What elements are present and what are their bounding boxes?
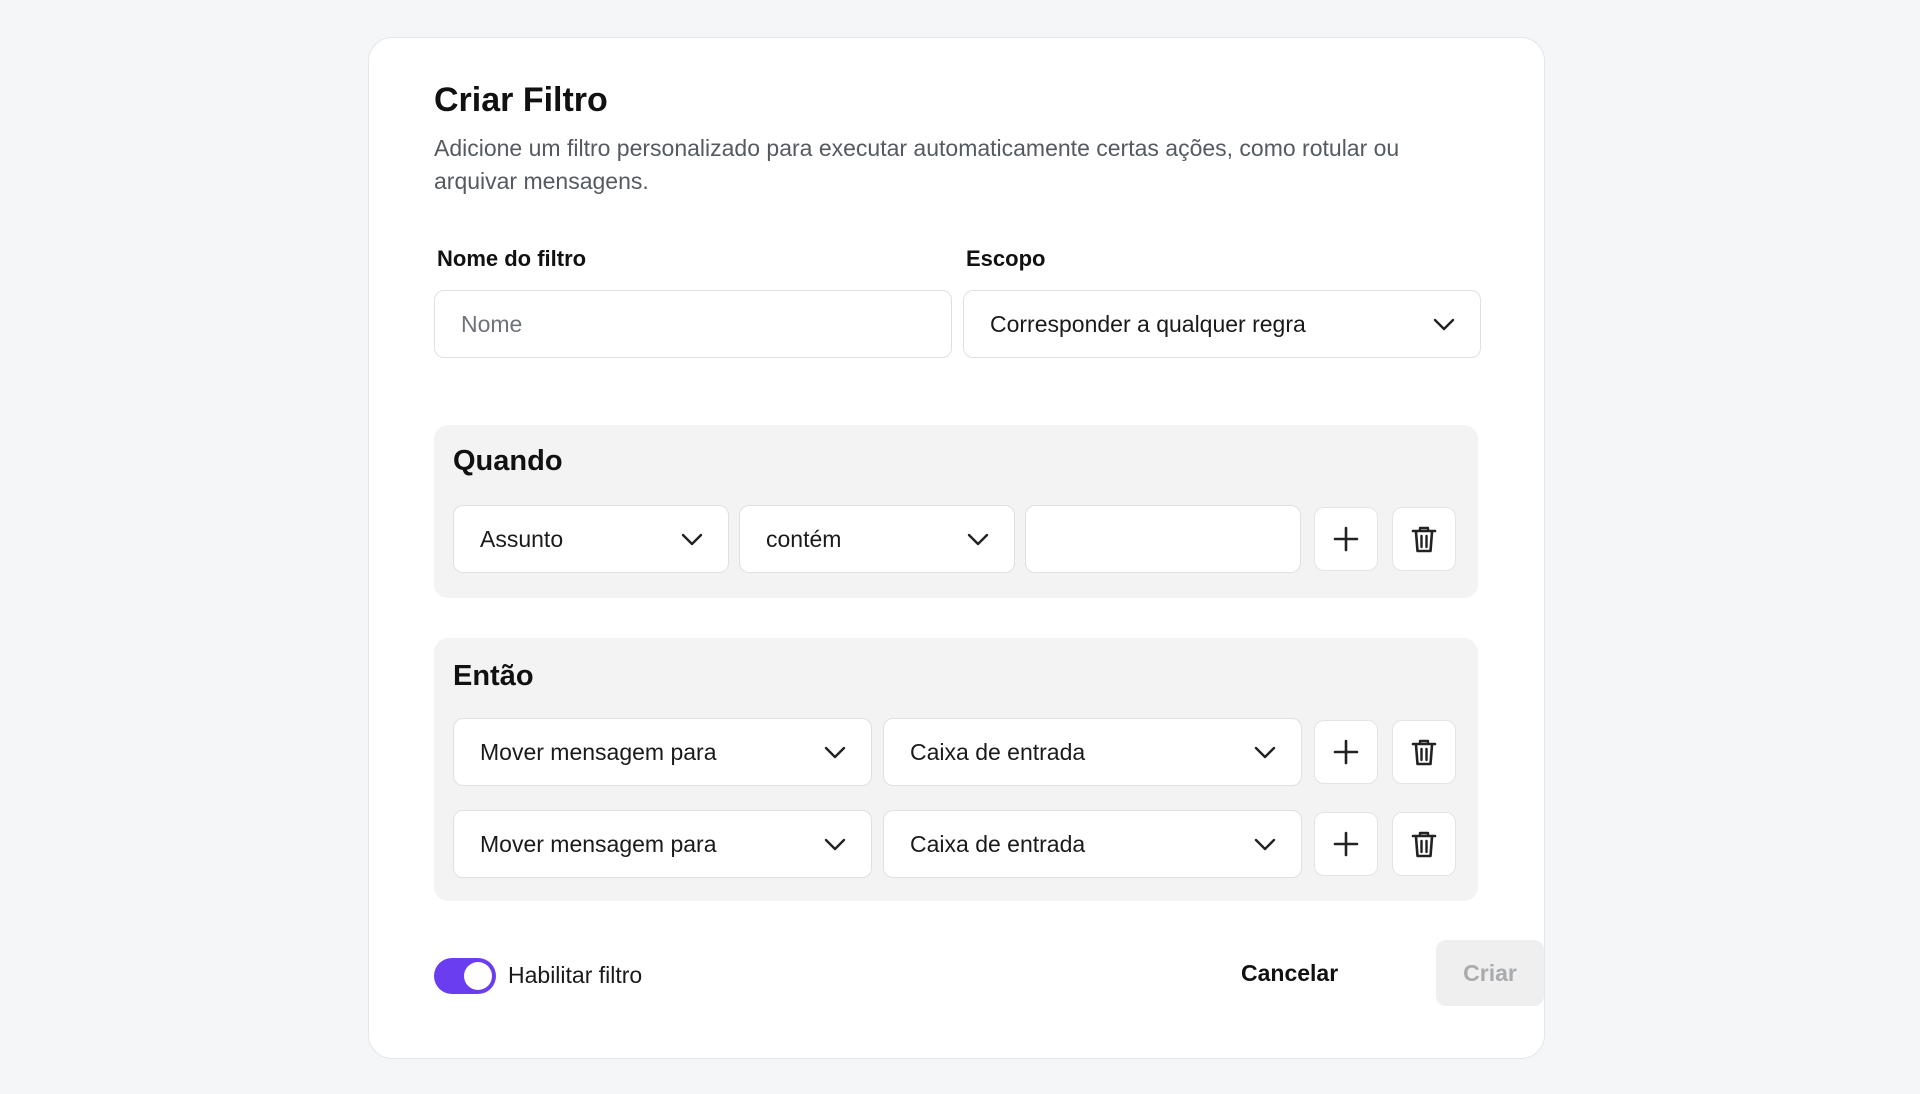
add-action-button[interactable]: [1314, 720, 1378, 784]
toggle-knob: [464, 962, 492, 990]
add-condition-button[interactable]: [1314, 507, 1378, 571]
create-button[interactable]: Criar: [1436, 940, 1544, 1006]
chevron-down-icon: [824, 838, 846, 851]
scope-label: Escopo: [966, 246, 1046, 271]
chevron-down-icon: [1254, 746, 1276, 759]
action-select[interactable]: Mover mensagem para: [453, 810, 872, 878]
trash-icon: [1411, 739, 1437, 766]
cancel-button[interactable]: Cancelar: [1229, 948, 1350, 998]
scope-select[interactable]: Corresponder a qualquer regra: [963, 290, 1481, 358]
chevron-down-icon: [967, 533, 989, 546]
action-value: Mover mensagem para: [480, 830, 717, 857]
dialog-subtitle: Adicione um filtro personalizado para ex…: [434, 135, 1400, 194]
plus-icon: [1333, 739, 1359, 765]
chevron-down-icon: [1433, 318, 1455, 331]
then-title: Então: [453, 660, 534, 692]
action-target-select[interactable]: Caixa de entrada: [883, 810, 1302, 878]
action-target-value: Caixa de entrada: [910, 830, 1086, 857]
filter-name-label: Nome do filtro: [437, 246, 587, 271]
condition-value-input[interactable]: [1025, 505, 1301, 573]
filter-name-placeholder: Nome: [461, 310, 523, 337]
delete-action-button[interactable]: [1392, 720, 1456, 784]
condition-operator-select[interactable]: contém: [739, 505, 1015, 573]
action-select[interactable]: Mover mensagem para: [453, 718, 872, 786]
enable-filter-toggle[interactable]: [434, 958, 496, 994]
plus-icon: [1333, 831, 1359, 857]
dialog-footer: Habilitar filtro Cancelar Criar: [434, 940, 1544, 1006]
filter-name-field: Nome do filtro Nome: [434, 244, 952, 358]
when-section: Quando Assunto contém: [434, 425, 1478, 598]
condition-field-select[interactable]: Assunto: [453, 505, 729, 573]
action-target-value: Caixa de entrada: [910, 738, 1086, 765]
delete-action-button[interactable]: [1392, 812, 1456, 876]
trash-icon: [1411, 831, 1437, 858]
filter-name-input[interactable]: Nome: [434, 290, 952, 358]
scope-value: Corresponder a qualquer regra: [990, 310, 1306, 337]
add-action-button[interactable]: [1314, 812, 1378, 876]
trash-icon: [1411, 526, 1437, 553]
dialog-title: Criar Filtro: [434, 81, 608, 119]
action-value: Mover mensagem para: [480, 738, 717, 765]
condition-field-value: Assunto: [480, 525, 564, 552]
chevron-down-icon: [681, 533, 703, 546]
condition-operator-value: contém: [766, 525, 842, 552]
delete-condition-button[interactable]: [1392, 507, 1456, 571]
create-filter-dialog: Criar Filtro Adicione um filtro personal…: [368, 37, 1545, 1059]
enable-filter-label: Habilitar filtro: [508, 962, 643, 988]
chevron-down-icon: [824, 746, 846, 759]
action-target-select[interactable]: Caixa de entrada: [883, 718, 1302, 786]
filter-settings-row: Nome do filtro Nome Escopo Corresponder …: [434, 244, 1481, 364]
scope-field: Escopo Corresponder a qualquer regra: [963, 244, 1481, 358]
chevron-down-icon: [1254, 838, 1276, 851]
then-section: Então Mover mensagem para Caixa de entra…: [434, 638, 1478, 901]
plus-icon: [1333, 526, 1359, 552]
when-title: Quando: [453, 445, 563, 477]
